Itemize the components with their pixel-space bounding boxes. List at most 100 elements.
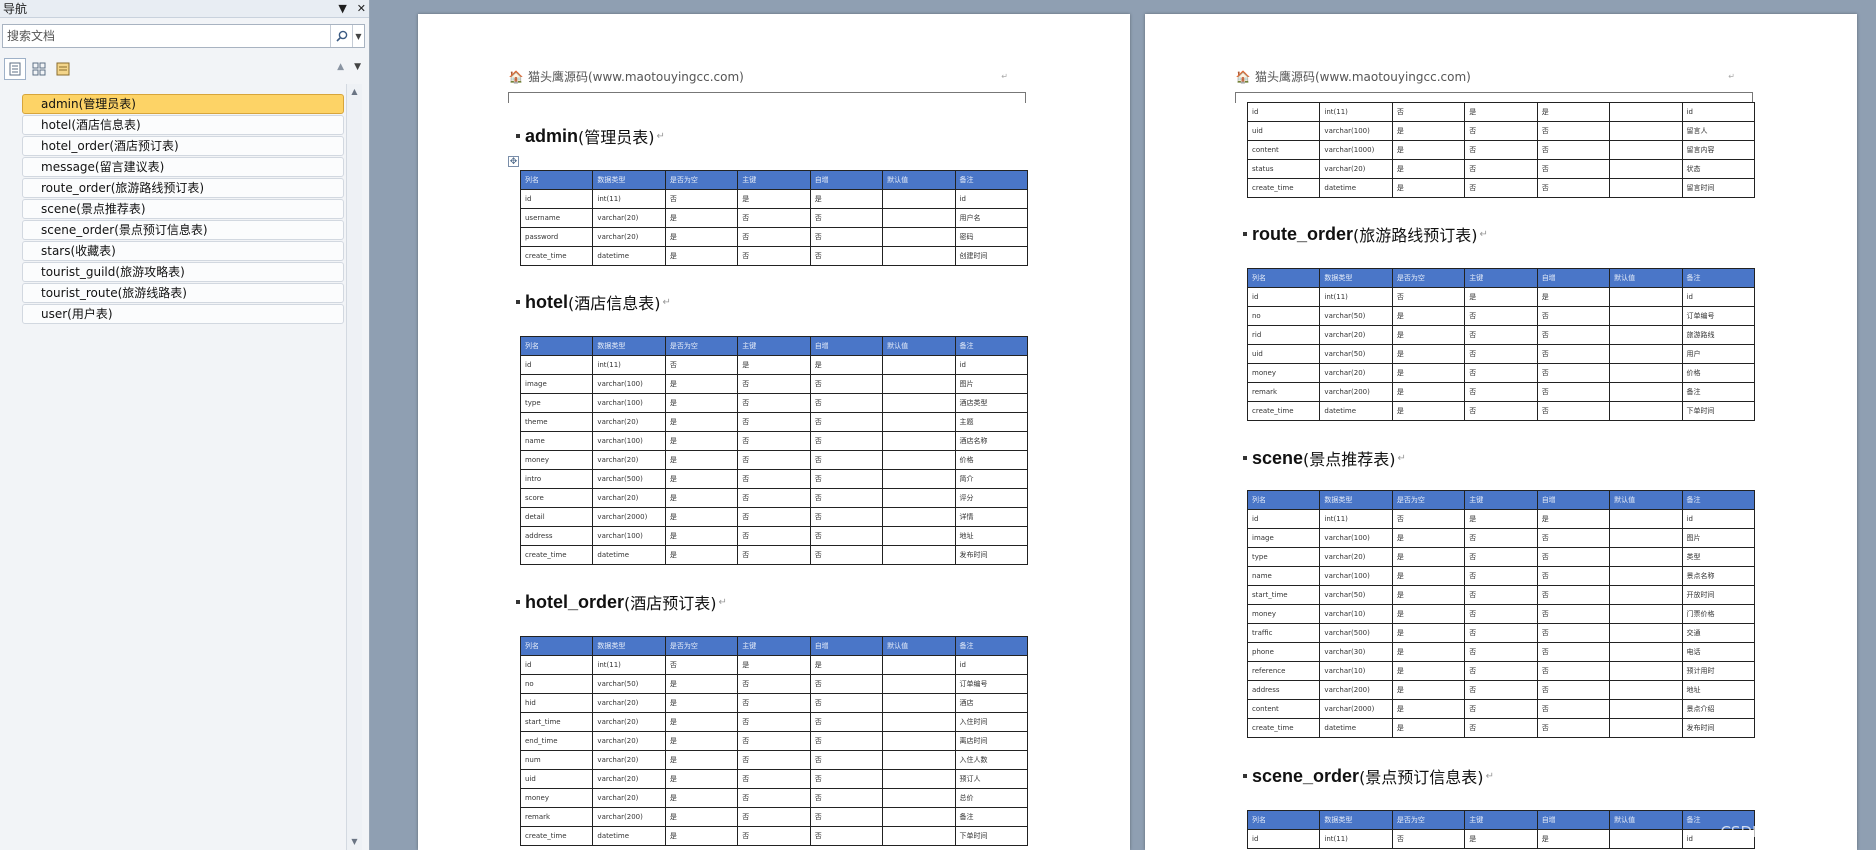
table-cell[interactable]: type bbox=[519, 393, 594, 413]
table-cell[interactable]: remark bbox=[1246, 382, 1321, 402]
table-cell[interactable]: 否 bbox=[809, 227, 884, 247]
table-cell[interactable]: 否 bbox=[809, 450, 884, 470]
table-cell[interactable] bbox=[882, 431, 956, 451]
table-cell[interactable]: varchar(20) bbox=[592, 712, 666, 732]
table-cell[interactable]: 状态 bbox=[1681, 159, 1756, 179]
table-cell[interactable]: 否 bbox=[737, 208, 811, 228]
table-cell[interactable]: create_time bbox=[1246, 718, 1321, 738]
table-cell[interactable]: id bbox=[1246, 509, 1321, 529]
table-cell[interactable]: 否 bbox=[1464, 699, 1538, 719]
table-cell[interactable]: create_time bbox=[519, 826, 594, 846]
table-cell[interactable] bbox=[882, 374, 956, 394]
table-cell[interactable]: 订单编号 bbox=[1681, 306, 1756, 326]
table-cell[interactable]: 否 bbox=[1464, 547, 1538, 567]
table-cell[interactable]: 否 bbox=[737, 693, 811, 713]
table-cell[interactable]: 开放时间 bbox=[1681, 585, 1756, 605]
table-cell[interactable]: 图片 bbox=[954, 374, 1029, 394]
table-cell[interactable]: 否 bbox=[737, 769, 811, 789]
table-cell[interactable]: 否 bbox=[737, 450, 811, 470]
table-cell[interactable]: 是 bbox=[664, 507, 739, 527]
table-cell[interactable] bbox=[882, 393, 956, 413]
table-cell[interactable]: 是 bbox=[664, 674, 739, 694]
table-cell[interactable]: 否 bbox=[737, 750, 811, 770]
table-cell[interactable]: start_time bbox=[1246, 585, 1321, 605]
table-cell[interactable]: 否 bbox=[1464, 178, 1538, 198]
table-cell[interactable]: 是 bbox=[1536, 509, 1611, 529]
table-cell[interactable]: 否 bbox=[664, 355, 739, 375]
table-cell[interactable] bbox=[1609, 718, 1683, 738]
table-cell[interactable]: id bbox=[1681, 509, 1756, 529]
table-cell[interactable] bbox=[882, 788, 956, 808]
table-cell[interactable]: username bbox=[519, 208, 594, 228]
table-cell[interactable]: 否 bbox=[1391, 829, 1466, 849]
table-cell[interactable]: 否 bbox=[737, 731, 811, 751]
table-cell[interactable]: end_time bbox=[519, 731, 594, 751]
table-cell[interactable]: 电话 bbox=[1681, 642, 1756, 662]
table-cell[interactable]: 否 bbox=[1464, 642, 1538, 662]
table-cell[interactable]: varchar(2000) bbox=[592, 507, 666, 527]
table-cell[interactable]: type bbox=[1246, 547, 1321, 567]
table-cell[interactable]: 否 bbox=[809, 545, 884, 565]
table-cell[interactable]: phone bbox=[1246, 642, 1321, 662]
table-cell[interactable]: 否 bbox=[1464, 306, 1538, 326]
section-heading-hotel[interactable]: hotel (酒店信息表) ↵ bbox=[516, 290, 1046, 314]
table-cell[interactable]: 是 bbox=[664, 227, 739, 247]
table-cell[interactable]: varchar(10) bbox=[1319, 661, 1393, 681]
heading-item-tourist-guild[interactable]: tourist_guild(旅游攻略表) bbox=[22, 262, 344, 282]
nav-close-icon[interactable]: ✕ bbox=[357, 2, 366, 15]
table-cell[interactable]: 否 bbox=[1464, 344, 1538, 364]
heading-item-scene[interactable]: scene(景点推荐表) bbox=[22, 199, 344, 219]
table-cell[interactable]: 密码 bbox=[954, 227, 1029, 247]
table-cell[interactable]: 是 bbox=[1391, 585, 1466, 605]
table-cell[interactable]: content bbox=[1246, 699, 1321, 719]
heading-item-hotel[interactable]: hotel(酒店信息表) bbox=[22, 115, 344, 135]
table-cell[interactable]: varchar(20) bbox=[592, 788, 666, 808]
table-cell[interactable]: 是 bbox=[664, 374, 739, 394]
table-cell[interactable]: 入住时间 bbox=[954, 712, 1029, 732]
table-cell[interactable]: 交通 bbox=[1681, 623, 1756, 643]
table-cell[interactable]: 是 bbox=[664, 431, 739, 451]
table-cell[interactable] bbox=[1609, 287, 1683, 307]
table-cell[interactable]: 是 bbox=[1391, 680, 1466, 700]
heading-item-scene-order[interactable]: scene_order(景点预订信息表) bbox=[22, 220, 344, 240]
table-cell[interactable]: 否 bbox=[1536, 325, 1611, 345]
table-cell[interactable]: 是 bbox=[1391, 121, 1466, 141]
table-cell[interactable]: 是 bbox=[1391, 140, 1466, 160]
table-cell[interactable]: int(11) bbox=[592, 189, 666, 209]
table-cell[interactable]: 备注 bbox=[1681, 382, 1756, 402]
scroll-down-icon[interactable]: ▼ bbox=[347, 834, 362, 850]
table-cell[interactable]: 否 bbox=[809, 208, 884, 228]
table-cell[interactable]: varchar(20) bbox=[1319, 547, 1393, 567]
table-cell[interactable]: 是 bbox=[1391, 661, 1466, 681]
table-cell[interactable]: 订单编号 bbox=[954, 674, 1029, 694]
table-cell[interactable]: 发布时间 bbox=[954, 545, 1029, 565]
table-cell[interactable]: 否 bbox=[1536, 382, 1611, 402]
table-cell[interactable] bbox=[882, 826, 956, 846]
table-cell[interactable]: 是 bbox=[664, 750, 739, 770]
table-cell[interactable]: int(11) bbox=[592, 655, 666, 675]
table-cell[interactable]: varchar(200) bbox=[1319, 680, 1393, 700]
table-cell[interactable]: address bbox=[519, 526, 594, 546]
table-cell[interactable]: varchar(100) bbox=[592, 393, 666, 413]
table-cell[interactable]: 是 bbox=[809, 355, 884, 375]
table-cell[interactable]: uid bbox=[1246, 344, 1321, 364]
table-cell[interactable]: 景点介绍 bbox=[1681, 699, 1756, 719]
table-cell[interactable]: 否 bbox=[1536, 178, 1611, 198]
table-cell[interactable]: 否 bbox=[1464, 623, 1538, 643]
table-cell[interactable]: 否 bbox=[809, 469, 884, 489]
table-cell[interactable]: 否 bbox=[737, 393, 811, 413]
table-cell[interactable]: 创建时间 bbox=[954, 246, 1029, 266]
table-cell[interactable]: 否 bbox=[1536, 344, 1611, 364]
table-cell[interactable] bbox=[1609, 642, 1683, 662]
table-cell[interactable] bbox=[882, 693, 956, 713]
table-cell[interactable] bbox=[1609, 604, 1683, 624]
table-cell[interactable]: 门票价格 bbox=[1681, 604, 1756, 624]
search-options-chevron-down-icon[interactable]: ▼ bbox=[352, 25, 364, 47]
table-cell[interactable]: 是 bbox=[664, 488, 739, 508]
table-cell[interactable] bbox=[1609, 566, 1683, 586]
table-cell[interactable]: remark bbox=[519, 807, 594, 827]
table-cell[interactable]: 是 bbox=[664, 469, 739, 489]
table-cell[interactable]: 是 bbox=[737, 355, 811, 375]
table-cell[interactable] bbox=[1609, 401, 1683, 421]
table-cell[interactable]: create_time bbox=[519, 246, 594, 266]
